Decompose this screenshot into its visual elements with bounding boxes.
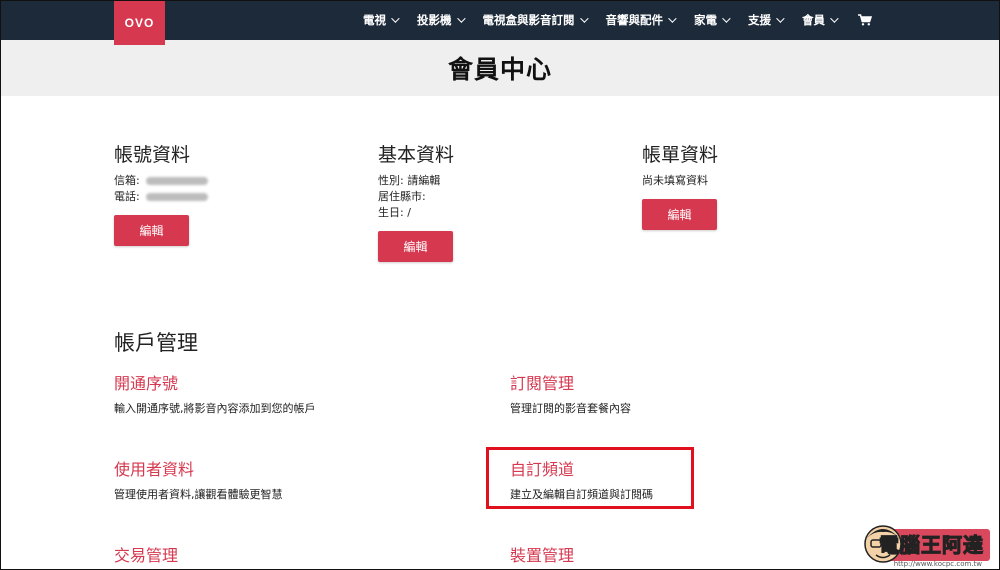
mg-item-activation-code[interactable]: 開通序號 輸入開通序號,將影音內容添加到您的帳戶 (114, 370, 434, 416)
mg-item-devices[interactable]: 裝置管理 (510, 542, 830, 570)
city-row: 居住縣市: (378, 189, 618, 205)
nav-label: 會員 (802, 13, 825, 27)
chevron-down-icon (668, 14, 677, 23)
phone-row: 電話: (114, 189, 354, 205)
mg-item-user-profile[interactable]: 使用者資料 管理使用者資料,讓觀看體驗更智慧 (114, 456, 434, 502)
watermark-text: 電腦王阿達 (879, 533, 984, 558)
billing-info-title: 帳單資料 (642, 144, 719, 166)
chevron-down-icon (776, 14, 785, 23)
nav-label: 投影機 (417, 13, 452, 27)
birthday-label: 生日: (378, 206, 404, 219)
email-value-blurred (145, 177, 208, 185)
mg-item-title[interactable]: 使用者資料 (114, 456, 434, 480)
account-info-title: 帳號資料 (114, 144, 191, 166)
mg-item-transactions[interactable]: 交易管理 (114, 542, 434, 570)
phone-value-blurred (145, 193, 208, 201)
page-header: 會員中心 (0, 40, 1000, 96)
nav-item-tv[interactable]: 電視 (363, 12, 400, 28)
mg-item-desc: 管理使用者資料,讓觀看體驗更智慧 (114, 488, 283, 501)
mg-item-title[interactable]: 裝置管理 (510, 542, 830, 566)
nav-item-tvbox[interactable]: 電視盒與影音訂閱 (482, 12, 589, 28)
nav-item-member[interactable]: 會員 (802, 12, 839, 28)
chevron-down-icon (722, 14, 731, 23)
cart-icon[interactable] (858, 14, 872, 26)
basic-info-section: 基本資料 性別: 請編輯 居住縣市: 生日: / 編輯 (378, 140, 618, 262)
billing-status: 尚未填寫資料 (642, 174, 708, 187)
billing-edit-button[interactable]: 編輯 (642, 199, 717, 230)
top-navbar: OVO 電視 投影機 電視盒與影音訂閱 音響與配件 家電 支援 會員 (0, 0, 1000, 45)
gender-row: 性別: 請編輯 (378, 173, 618, 189)
highlight-box (486, 447, 694, 509)
watermark: 電腦王阿達 http://www.kocpc.com.tw (840, 522, 990, 568)
chevron-down-icon (579, 14, 589, 23)
brand-logo[interactable]: OVO (114, 0, 165, 45)
nav-label: 電視盒與影音訂閱 (482, 13, 575, 27)
page-title: 會員中心 (447, 55, 552, 84)
nav-label: 家電 (694, 13, 717, 27)
watermark-url: http://www.kocpc.com.tw (893, 560, 982, 568)
email-label: 信箱: (114, 174, 140, 187)
gender-value: 請編輯 (407, 174, 441, 187)
nav-item-audio[interactable]: 音響與配件 (605, 12, 677, 28)
mg-item-subscription[interactable]: 訂閱管理 管理訂閱的影音套餐內容 (510, 370, 830, 416)
account-edit-button[interactable]: 編輯 (114, 215, 189, 246)
account-info-section: 帳號資料 信箱: 電話: 編輯 (114, 140, 354, 246)
birthday-value: / (407, 206, 411, 219)
chevron-down-icon (391, 14, 400, 23)
birthday-row: 生日: / (378, 205, 618, 221)
main-nav: 電視 投影機 電視盒與影音訂閱 音響與配件 家電 支援 會員 (343, 0, 872, 40)
nav-label: 支援 (748, 13, 771, 27)
mg-item-title[interactable]: 訂閱管理 (510, 370, 830, 394)
account-management-title: 帳戶管理 (114, 331, 198, 355)
basic-info-title: 基本資料 (378, 144, 455, 166)
city-label: 居住縣市: (378, 190, 426, 203)
mg-item-desc: 輸入開通序號,將影音內容添加到您的帳戶 (114, 402, 316, 415)
chevron-down-icon (456, 14, 466, 23)
nav-item-projector[interactable]: 投影機 (417, 12, 466, 28)
gender-label: 性別: (378, 174, 404, 187)
mg-item-title[interactable]: 開通序號 (114, 370, 434, 394)
chevron-down-icon (830, 14, 839, 23)
mg-item-desc: 管理訂閱的影音套餐內容 (510, 402, 631, 415)
mg-item-title[interactable]: 交易管理 (114, 542, 434, 566)
nav-item-support[interactable]: 支援 (748, 12, 785, 28)
nav-label: 音響與配件 (605, 13, 664, 27)
email-row: 信箱: (114, 173, 354, 189)
nav-label: 電視 (363, 13, 386, 27)
phone-label: 電話: (114, 190, 140, 203)
billing-info-section: 帳單資料 尚未填寫資料 編輯 (642, 140, 882, 230)
basic-edit-button[interactable]: 編輯 (378, 231, 453, 262)
nav-item-appliance[interactable]: 家電 (694, 12, 731, 28)
